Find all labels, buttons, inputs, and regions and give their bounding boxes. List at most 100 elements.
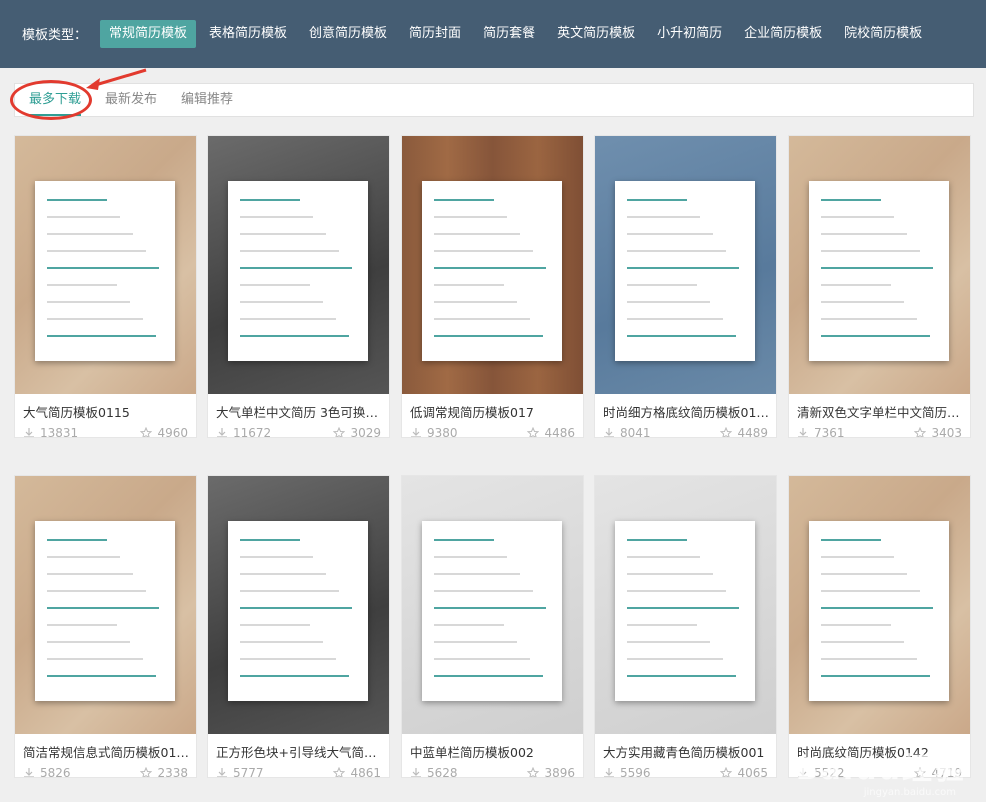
template-thumbnail[interactable] <box>402 136 583 394</box>
resume-line <box>821 250 920 252</box>
template-thumbnail[interactable] <box>208 136 389 394</box>
template-card[interactable]: 时尚细方格底纹简历模板0125 8041 4489 <box>594 135 777 438</box>
template-title[interactable]: 中蓝单栏简历模板002 <box>410 742 578 761</box>
category-tab[interactable]: 企业简历模板 <box>735 20 831 48</box>
resume-line <box>240 216 313 218</box>
favorite-count[interactable]: 4960 <box>140 426 188 437</box>
download-icon <box>797 427 809 437</box>
resume-line <box>434 284 504 286</box>
template-title[interactable]: 时尚细方格底纹简历模板0125 <box>603 402 771 421</box>
star-icon <box>333 766 346 777</box>
favorite-count-value: 4065 <box>737 766 768 778</box>
template-thumbnail[interactable] <box>15 476 196 734</box>
resume-line <box>627 301 710 303</box>
category-tab[interactable]: 创意简历模板 <box>300 20 396 48</box>
category-tab[interactable]: 常规简历模板 <box>100 20 197 48</box>
download-count: 5777 <box>216 766 264 777</box>
template-title[interactable]: 大方实用藏青色简历模板001 <box>603 742 771 761</box>
favorite-count-value: 4861 <box>350 766 381 778</box>
favorite-count[interactable]: 3403 <box>914 426 962 437</box>
template-card[interactable]: 低调常规简历模板017 9380 4486 <box>401 135 584 438</box>
resume-line <box>821 573 907 575</box>
resume-line <box>240 233 326 235</box>
tab-editor-picks[interactable]: 编辑推荐 <box>181 84 233 116</box>
resume-line <box>240 607 352 609</box>
resume-line <box>47 301 130 303</box>
download-icon <box>216 767 228 777</box>
resume-line <box>821 607 933 609</box>
download-count-value: 8041 <box>620 426 651 438</box>
template-thumbnail[interactable] <box>789 476 970 734</box>
template-card[interactable]: 正方形色块+引导线大气简历... 5777 4861 <box>207 475 390 778</box>
resume-line <box>240 590 339 592</box>
resume-line <box>821 216 894 218</box>
template-title[interactable]: 清新双色文字单栏中文简历038 <box>797 402 965 421</box>
template-card[interactable]: 简洁常规信息式简历模板0111 5826 2338 <box>14 475 197 778</box>
template-thumbnail[interactable] <box>208 476 389 734</box>
download-icon <box>410 427 422 437</box>
resume-line <box>627 675 736 677</box>
download-icon <box>23 427 35 437</box>
favorite-count[interactable]: 2338 <box>140 766 188 777</box>
category-tab[interactable]: 英文简历模板 <box>548 20 644 48</box>
template-thumbnail[interactable] <box>595 476 776 734</box>
favorite-count[interactable]: 4065 <box>720 766 768 778</box>
template-card[interactable]: 清新双色文字单栏中文简历038 7361 3403 <box>788 135 971 438</box>
resume-preview <box>809 181 949 361</box>
template-title[interactable]: 简洁常规信息式简历模板0111 <box>23 742 191 761</box>
favorite-count[interactable]: 4861 <box>333 766 381 778</box>
template-card[interactable]: 大方实用藏青色简历模板001 5596 4065 <box>594 475 777 778</box>
resume-line <box>434 590 533 592</box>
resume-line <box>47 267 159 269</box>
resume-line <box>821 318 917 320</box>
category-tab[interactable]: 院校简历模板 <box>835 20 931 48</box>
resume-line <box>434 539 494 541</box>
template-card[interactable]: 中蓝单栏简历模板002 5628 3896 <box>401 475 584 778</box>
resume-line <box>434 556 507 558</box>
favorite-count[interactable]: 4486 <box>527 426 575 437</box>
template-title[interactable]: 正方形色块+引导线大气简历... <box>216 742 384 761</box>
template-thumbnail[interactable] <box>15 136 196 394</box>
resume-line <box>47 624 117 626</box>
resume-line <box>240 658 336 660</box>
template-thumbnail[interactable] <box>402 476 583 734</box>
download-icon <box>603 427 615 437</box>
resume-line <box>627 573 713 575</box>
template-thumbnail[interactable] <box>595 136 776 394</box>
download-count-value: 13831 <box>40 426 79 438</box>
resume-line <box>240 267 352 269</box>
template-card[interactable]: 时尚底纹简历模板0142 5522 4719 <box>788 475 971 778</box>
template-title[interactable]: 大气单栏中文简历 3色可换008 <box>216 402 384 421</box>
template-card[interactable]: 大气简历模板0115 13831 4960 <box>14 135 197 438</box>
resume-line <box>434 250 533 252</box>
download-count: 11672 <box>216 426 271 437</box>
download-count-value: 9380 <box>427 426 458 438</box>
resume-line <box>240 624 310 626</box>
resume-line <box>240 641 323 643</box>
favorite-count-value: 4489 <box>737 426 768 438</box>
download-count-value: 5596 <box>620 766 651 778</box>
annotation-arrow-icon <box>86 68 147 90</box>
favorite-count[interactable]: 3029 <box>333 426 381 437</box>
resume-line <box>821 301 904 303</box>
resume-line <box>434 573 520 575</box>
download-count: 9380 <box>410 426 458 438</box>
resume-line <box>821 556 894 558</box>
template-title[interactable]: 低调常规简历模板017 <box>410 402 578 421</box>
watermark-url: jingyan.baidu.com <box>863 787 956 798</box>
favorite-count[interactable]: 4489 <box>720 426 768 438</box>
favorite-count[interactable]: 3896 <box>527 766 575 777</box>
category-tab[interactable]: 简历封面 <box>400 20 470 48</box>
template-thumbnail[interactable] <box>789 136 970 394</box>
resume-line <box>47 658 143 660</box>
template-title[interactable]: 大气简历模板0115 <box>23 402 191 421</box>
category-tab[interactable]: 简历套餐 <box>474 20 544 48</box>
resume-line <box>434 675 543 677</box>
category-tab[interactable]: 小升初简历 <box>648 20 731 48</box>
download-count: 5596 <box>603 766 651 778</box>
resume-line <box>627 199 687 201</box>
resume-line <box>47 284 117 286</box>
category-tab[interactable]: 表格简历模板 <box>200 20 296 48</box>
template-card[interactable]: 大气单栏中文简历 3色可换008 11672 3029 <box>207 135 390 438</box>
baidu-watermark: Baidu经验 <box>796 744 966 788</box>
